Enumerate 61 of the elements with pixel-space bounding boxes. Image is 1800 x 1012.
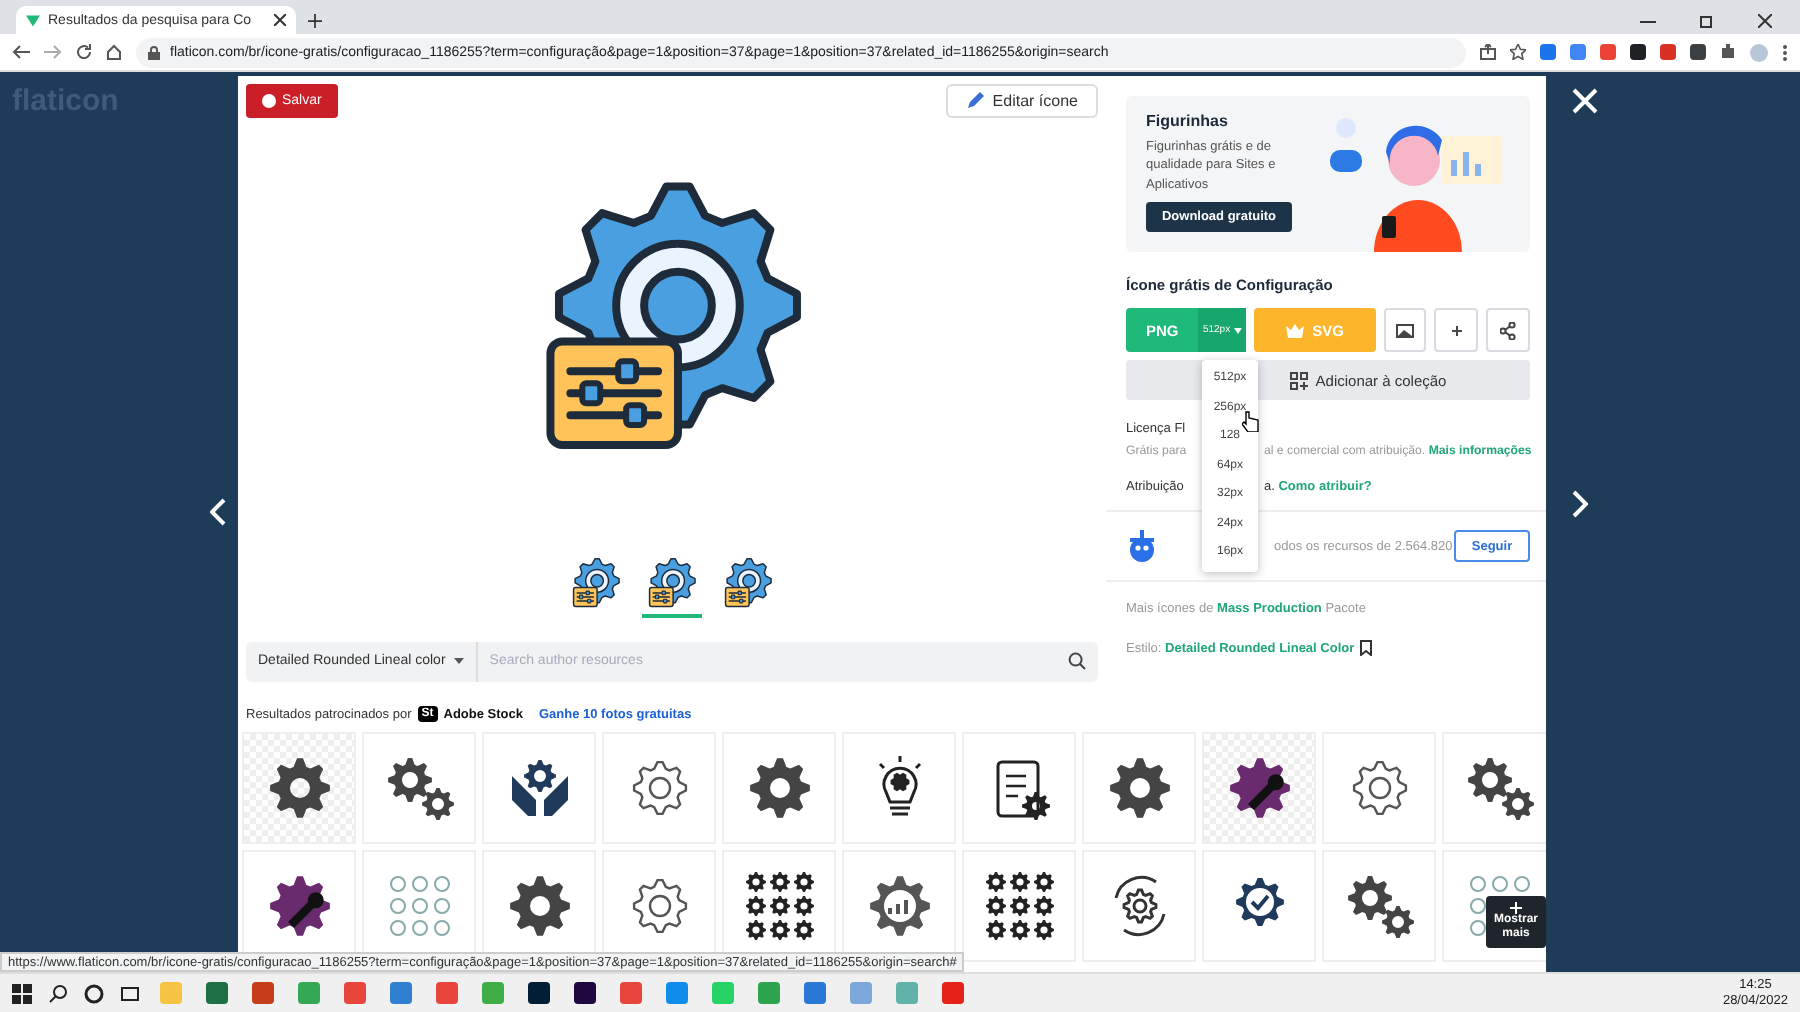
result-card[interactable] xyxy=(722,732,836,844)
share-button[interactable] xyxy=(1480,44,1496,60)
collection-icon xyxy=(1289,371,1308,389)
taskbar-app-button[interactable] xyxy=(570,978,600,1008)
bookmark-icon[interactable] xyxy=(1360,640,1373,656)
crown-icon xyxy=(1286,323,1305,337)
result-card[interactable] xyxy=(962,732,1076,844)
close-button[interactable] xyxy=(1572,88,1598,114)
extensions-puzzle-button[interactable] xyxy=(1720,44,1736,60)
pin-icon xyxy=(262,94,276,108)
edit-icon-button[interactable]: Editar ícone xyxy=(946,84,1098,118)
result-card[interactable] xyxy=(1322,850,1436,962)
icon-variant-button[interactable] xyxy=(642,553,702,617)
close-window-button[interactable] xyxy=(1758,14,1772,28)
result-card[interactable] xyxy=(1202,850,1316,962)
search-button[interactable] xyxy=(1056,641,1098,681)
restore-button[interactable] xyxy=(1700,14,1714,28)
promo-title: Figurinhas xyxy=(1146,112,1230,130)
search-button[interactable] xyxy=(48,983,68,1003)
robot-avatar-icon xyxy=(1126,530,1158,562)
plus-icon xyxy=(1510,902,1522,915)
task-view-button[interactable] xyxy=(120,983,140,1003)
image-icon xyxy=(1396,322,1415,338)
result-card[interactable] xyxy=(1322,732,1436,844)
result-card[interactable] xyxy=(242,732,356,844)
new-tab-button[interactable] xyxy=(308,14,322,28)
lock-icon xyxy=(148,45,160,59)
extension-button[interactable] xyxy=(1630,44,1646,60)
result-card[interactable] xyxy=(1082,732,1196,844)
result-card[interactable] xyxy=(1442,732,1546,844)
bookmark-star-button[interactable] xyxy=(1510,44,1526,60)
start-button[interactable] xyxy=(12,983,32,1003)
back-button[interactable] xyxy=(12,44,30,60)
next-arrow[interactable] xyxy=(1572,490,1588,518)
close-tab-button[interactable] xyxy=(274,14,286,26)
pencil-icon xyxy=(966,92,985,110)
settings-gear-icon xyxy=(648,557,696,608)
share-icon xyxy=(1500,321,1517,339)
reload-button[interactable] xyxy=(76,44,92,60)
preview-button[interactable] xyxy=(1383,308,1427,352)
previous-arrow[interactable] xyxy=(210,498,226,526)
search-icon xyxy=(1068,652,1086,670)
result-card[interactable] xyxy=(482,732,596,844)
result-card[interactable] xyxy=(1202,732,1316,844)
flaticon-favicon-icon xyxy=(26,13,40,27)
extension-button[interactable] xyxy=(1690,44,1706,60)
result-card[interactable] xyxy=(842,732,956,844)
cortana-button[interactable] xyxy=(84,983,104,1003)
result-card[interactable] xyxy=(962,850,1076,962)
browser-menu-button[interactable] xyxy=(1782,43,1788,61)
home-button[interactable] xyxy=(106,44,122,60)
taskbar-app-button[interactable] xyxy=(524,978,554,1008)
result-card[interactable] xyxy=(1082,850,1196,962)
share-icon-button[interactable] xyxy=(1486,308,1530,352)
settings-gear-icon xyxy=(724,557,772,608)
result-card[interactable] xyxy=(362,732,476,844)
caret-icon xyxy=(453,658,464,664)
plus-icon xyxy=(1451,325,1462,335)
caret-icon xyxy=(1234,327,1243,333)
settings-gear-icon xyxy=(572,557,620,608)
result-card[interactable] xyxy=(602,732,716,844)
